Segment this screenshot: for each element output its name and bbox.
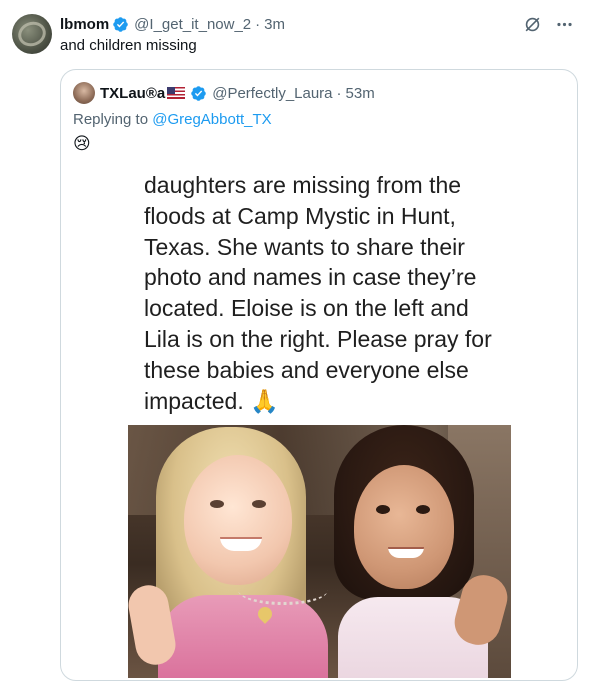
separator-dot: · bbox=[255, 15, 261, 33]
replying-to-link[interactable]: @GregAbbott_TX bbox=[152, 111, 271, 128]
us-flag-icon bbox=[167, 87, 186, 99]
quoted-tweet-text: 😢 bbox=[73, 134, 91, 153]
author-handle[interactable]: @I_get_it_now_2 bbox=[134, 16, 251, 33]
tweet-header: lbmom @I_get_it_now_2 · 3m bbox=[60, 14, 285, 34]
media-caption: daughters are missing from the floods at… bbox=[144, 170, 504, 416]
quoted-tweet-time[interactable]: 53m bbox=[346, 85, 375, 102]
author-name[interactable]: lbmom bbox=[60, 16, 109, 33]
separator-dot: · bbox=[336, 84, 342, 102]
grok-slash-icon[interactable] bbox=[522, 14, 542, 34]
tweet-text: and children missing bbox=[60, 37, 197, 54]
tweet-time[interactable]: 3m bbox=[264, 16, 285, 33]
quoted-author-name[interactable]: TXLau®a bbox=[100, 85, 165, 102]
tweet[interactable]: lbmom @I_get_it_now_2 · 3m and children … bbox=[0, 0, 590, 693]
replying-to: Replying to @GregAbbott_TX bbox=[73, 111, 272, 128]
quoted-tweet[interactable]: TXLau®a @Perfectly_Laura · 53m Replying … bbox=[60, 69, 578, 681]
quoted-author-avatar[interactable] bbox=[73, 82, 95, 104]
quoted-tweet-header: TXLau®a @Perfectly_Laura · 53m bbox=[73, 82, 375, 104]
quoted-author-handle[interactable]: @Perfectly_Laura bbox=[212, 85, 332, 102]
tweet-actions-top bbox=[522, 14, 574, 34]
praying-hands-emoji: 🙏 bbox=[250, 387, 279, 414]
more-options-icon[interactable] bbox=[554, 14, 574, 34]
replying-to-label: Replying to bbox=[73, 111, 153, 128]
children-photo bbox=[128, 425, 511, 678]
verified-badge-icon bbox=[191, 85, 206, 101]
media-caption-text: daughters are missing from the floods at… bbox=[144, 172, 492, 414]
verified-badge-icon bbox=[113, 16, 128, 32]
author-avatar[interactable] bbox=[12, 14, 52, 54]
quoted-tweet-media[interactable]: daughters are missing from the floods at… bbox=[128, 168, 511, 678]
